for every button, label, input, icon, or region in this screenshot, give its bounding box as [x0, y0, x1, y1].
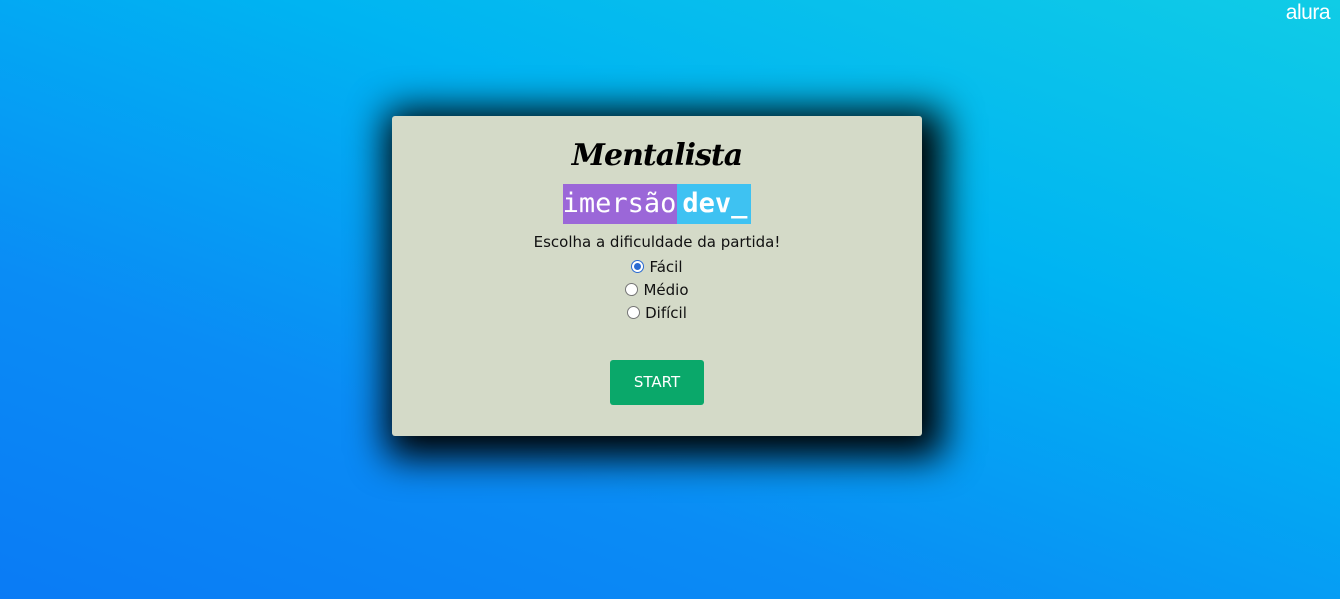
- option-label-dificil: Difícil: [645, 303, 687, 322]
- difficulty-option-facil[interactable]: Fácil: [392, 255, 922, 278]
- radio-dificil[interactable]: [627, 306, 641, 319]
- imersao-dev-badge: imersão dev_: [562, 184, 752, 224]
- difficulty-option-medio[interactable]: Médio: [392, 278, 922, 301]
- radio-facil[interactable]: [631, 260, 645, 273]
- game-title: Mentalista: [571, 138, 743, 173]
- start-button[interactable]: START: [610, 360, 704, 405]
- badge-dev-text: dev_: [677, 184, 752, 224]
- radio-medio[interactable]: [625, 283, 639, 296]
- game-card: Mentalista imersão dev_ Escolha a dificu…: [392, 116, 922, 436]
- difficulty-options: Fácil Médio Difícil: [392, 255, 922, 324]
- option-label-medio: Médio: [643, 280, 689, 299]
- difficulty-option-dificil[interactable]: Difícil: [392, 301, 922, 324]
- difficulty-prompt: Escolha a dificuldade da partida!: [533, 233, 781, 251]
- badge-imersao-text: imersão: [562, 184, 678, 224]
- option-label-facil: Fácil: [649, 257, 683, 276]
- alura-logo: alura: [1285, 1, 1331, 24]
